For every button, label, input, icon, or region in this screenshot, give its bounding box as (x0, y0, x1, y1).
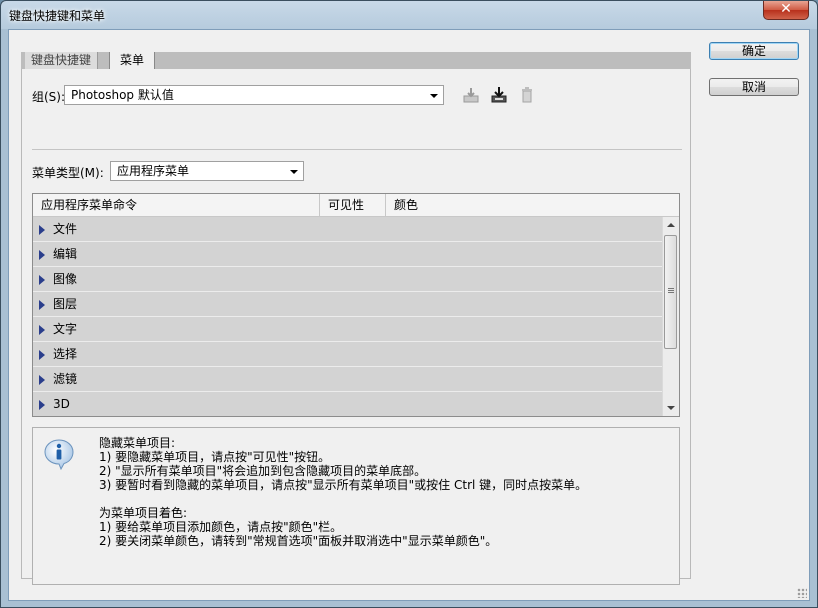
table-row[interactable]: 文字 (33, 317, 663, 342)
info-box: 隐藏菜单项目: 1) 要隐藏菜单项目，请点按"可见性"按钮。 2) "显示所有菜… (32, 427, 680, 585)
menu-type-label: 菜单类型(M): (32, 166, 104, 180)
tab-strip: 键盘快捷键 菜单 (21, 52, 691, 70)
table-row[interactable]: 滤镜 (33, 367, 663, 392)
menu-type-select-value: 应用程序菜单 (117, 164, 190, 178)
row-label: 图像 (53, 272, 78, 286)
dialog-client: 键盘快捷键 菜单 组(S): Photoshop 默认值 菜单类型(M): 应用… (8, 29, 810, 601)
cancel-button[interactable]: 取消 (709, 78, 799, 96)
scroll-up-icon[interactable] (667, 223, 675, 227)
grip-icon (668, 288, 674, 289)
table-row[interactable]: 编辑 (33, 242, 663, 267)
dialog-window: 键盘快捷键和菜单 ✕ 键盘快捷键 菜单 组(S): Photoshop 默认值 (0, 0, 818, 608)
column-header-color[interactable]: 颜色 (385, 194, 679, 216)
info-icon (44, 439, 74, 470)
group-select[interactable]: Photoshop 默认值 (64, 85, 444, 105)
group-label: 组(S): (32, 90, 66, 104)
column-header-visibility[interactable]: 可见性 (319, 194, 385, 216)
menu-type-select[interactable]: 应用程序菜单 (110, 161, 304, 181)
scroll-thumb[interactable] (664, 235, 677, 349)
table-row[interactable]: 图层 (33, 292, 663, 317)
table-row[interactable]: 选择 (33, 342, 663, 367)
menu-commands-table: 应用程序菜单命令 可见性 颜色 文件 编辑 图像 图层 文字 选择 滤镜 3D (32, 193, 680, 417)
expand-arrow-icon[interactable] (39, 250, 45, 260)
ok-button[interactable]: 确定 (709, 42, 799, 60)
save-set-icon[interactable] (462, 86, 480, 104)
window-title: 键盘快捷键和菜单 (9, 9, 106, 23)
close-button[interactable]: ✕ (763, 1, 809, 20)
new-set-icon[interactable] (490, 86, 508, 104)
table-row[interactable]: 3D (33, 392, 663, 416)
expand-arrow-icon[interactable] (39, 375, 45, 385)
chevron-down-icon (290, 170, 298, 174)
row-label: 图层 (53, 297, 78, 311)
group-select-value: Photoshop 默认值 (71, 88, 174, 102)
row-label: 编辑 (53, 247, 78, 261)
resize-grip-icon[interactable] (797, 588, 807, 598)
row-label: 文件 (53, 222, 78, 236)
row-label: 3D (53, 397, 70, 411)
separator (32, 149, 682, 150)
table-row[interactable]: 图像 (33, 267, 663, 292)
table-row[interactable]: 文件 (33, 217, 663, 242)
expand-arrow-icon[interactable] (39, 325, 45, 335)
chevron-down-icon (430, 94, 438, 98)
expand-arrow-icon[interactable] (39, 275, 45, 285)
menus-panel: 组(S): Photoshop 默认值 菜单类型(M): 应用程序菜单 应用程序… (22, 69, 690, 585)
table-rows: 文件 编辑 图像 图层 文字 选择 滤镜 3D (33, 217, 663, 416)
scroll-down-icon[interactable] (667, 406, 675, 410)
tab-keyboard-shortcuts[interactable]: 键盘快捷键 (25, 52, 99, 69)
title-bar[interactable]: 键盘快捷键和菜单 ✕ (1, 1, 817, 29)
tab-menus[interactable]: 菜单 (109, 52, 156, 70)
row-label: 选择 (53, 347, 78, 361)
row-label: 滤镜 (53, 372, 78, 386)
column-header-command[interactable]: 应用程序菜单命令 (33, 194, 319, 216)
table-header: 应用程序菜单命令 可见性 颜色 (33, 194, 679, 217)
expand-arrow-icon[interactable] (39, 400, 45, 410)
row-label: 文字 (53, 322, 78, 336)
vertical-scrollbar[interactable] (662, 217, 679, 416)
expand-arrow-icon[interactable] (39, 350, 45, 360)
delete-set-icon[interactable] (518, 86, 536, 104)
info-text: 隐藏菜单项目: 1) 要隐藏菜单项目，请点按"可见性"按钮。 2) "显示所有菜… (99, 436, 588, 548)
expand-arrow-icon[interactable] (39, 225, 45, 235)
expand-arrow-icon[interactable] (39, 300, 45, 310)
